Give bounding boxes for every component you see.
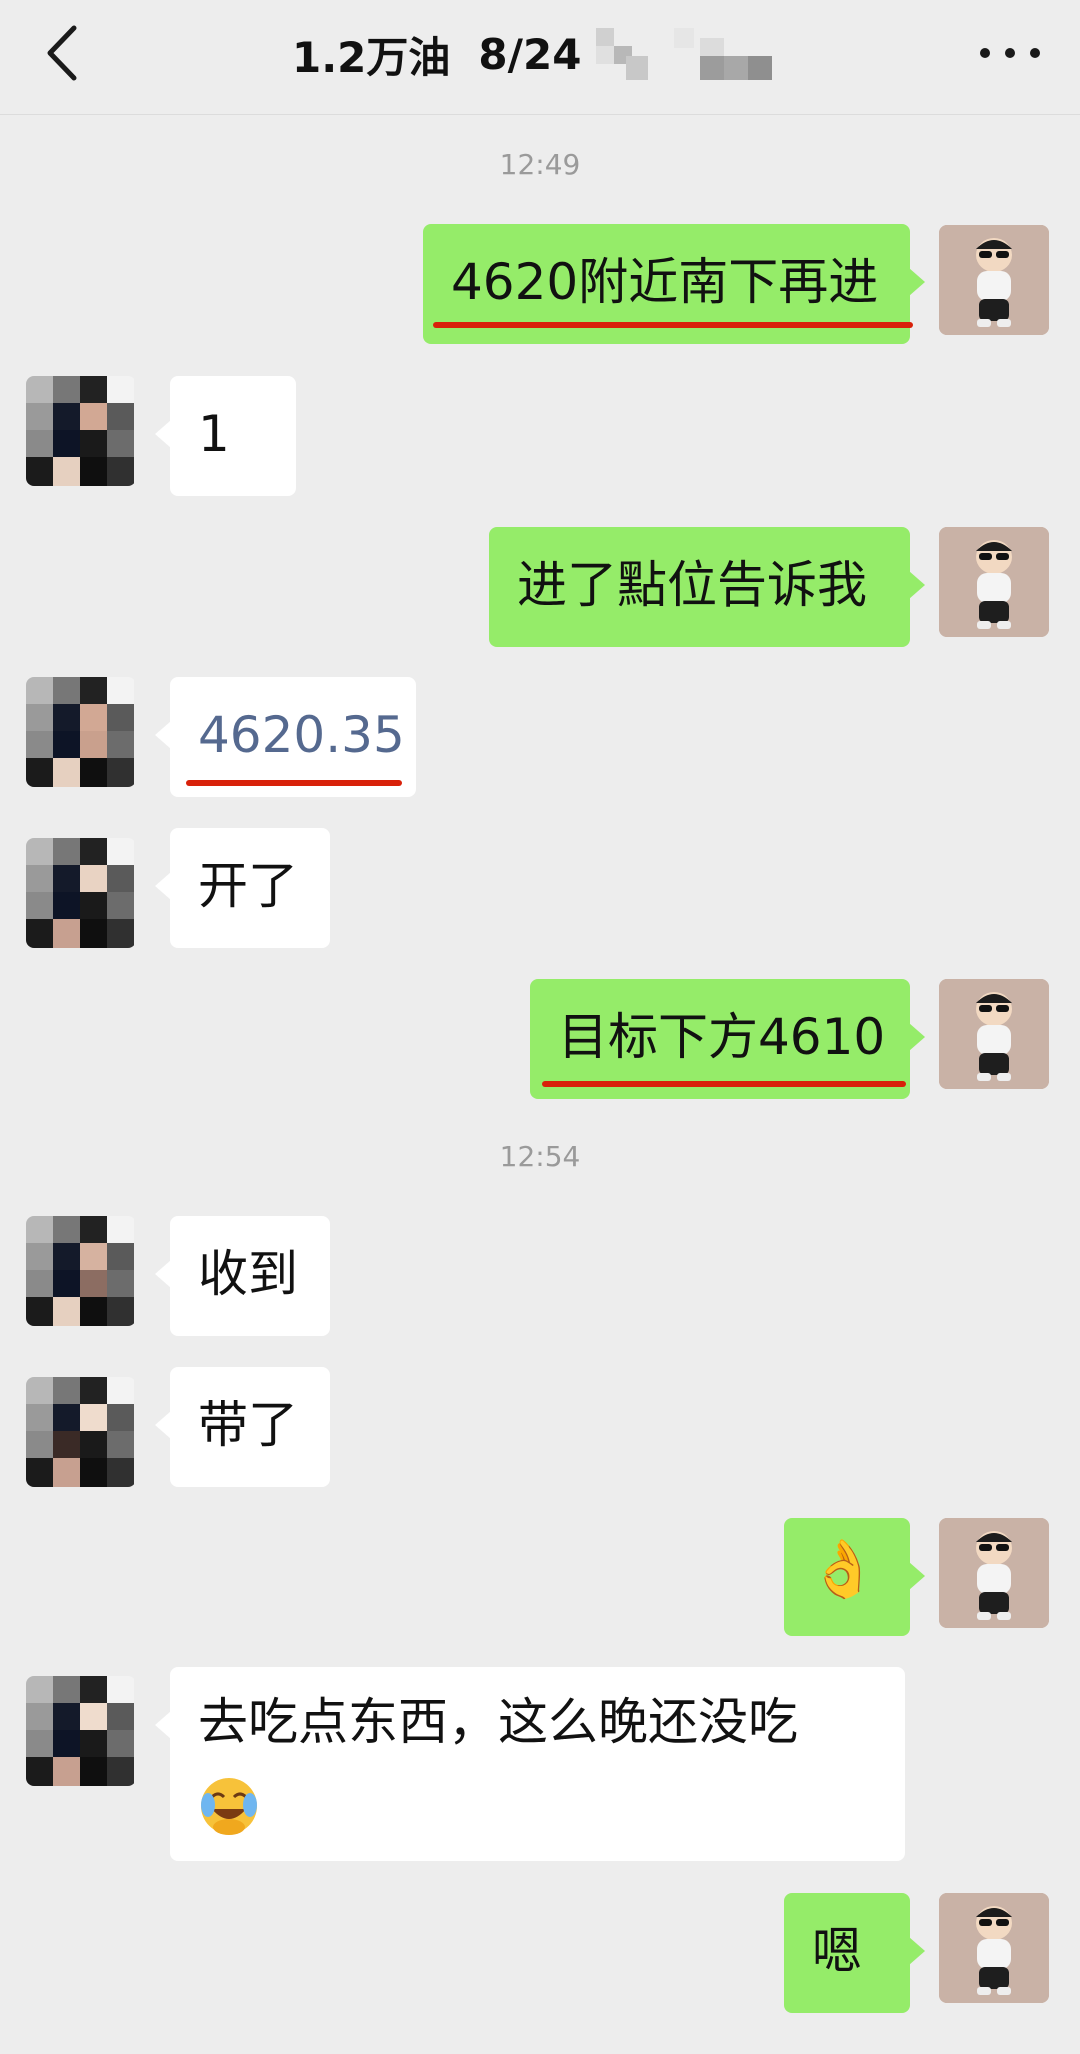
- message-text: 带了: [198, 1396, 298, 1454]
- red-underline: [542, 1081, 906, 1087]
- pixelated-avatar-icon: [26, 376, 136, 486]
- message-text: 开了: [198, 857, 298, 915]
- message-bubble[interactable]: 目标下方4610: [530, 979, 925, 1099]
- pixelated-avatar-icon: [26, 838, 136, 948]
- red-underline: [433, 322, 913, 328]
- message-bubble[interactable]: 4620附近南下再进: [423, 224, 925, 344]
- message-text: 去吃点东西，这么晚还没吃: [198, 1693, 798, 1751]
- pixelated-avatar-icon: [26, 1377, 136, 1487]
- message-text: 进了點位告诉我: [517, 556, 867, 614]
- message-bubble[interactable]: 嗯: [784, 1893, 925, 2013]
- ok-hand-emoji-icon: 👌: [808, 1537, 878, 1602]
- pixelated-avatar-icon: [26, 1676, 136, 1786]
- cartoon-avatar-icon: [939, 979, 1049, 1089]
- timestamp: 12:49: [499, 148, 581, 181]
- more-dots-icon[interactable]: [978, 40, 1042, 64]
- contact-avatar[interactable]: [26, 1216, 136, 1326]
- contact-avatar[interactable]: [26, 1377, 136, 1487]
- message-bubble[interactable]: 1: [155, 376, 296, 496]
- message-text: 1: [198, 405, 230, 463]
- my-avatar[interactable]: [939, 1893, 1049, 2003]
- pixelated-avatar-icon: [26, 677, 136, 787]
- cartoon-avatar-icon: [939, 527, 1049, 637]
- contact-avatar[interactable]: [26, 838, 136, 948]
- message-text: 4620附近南下再进: [451, 253, 879, 311]
- cartoon-avatar-icon: [939, 1518, 1049, 1628]
- my-avatar[interactable]: [939, 527, 1049, 637]
- message-text: 嗯: [812, 1922, 862, 1980]
- blurred-title-mosaic: [596, 28, 772, 80]
- message-bubble[interactable]: 开了: [155, 828, 330, 948]
- contact-avatar[interactable]: [26, 376, 136, 486]
- crying-laughing-emoji-icon: [198, 1775, 260, 1837]
- contact-avatar[interactable]: [26, 677, 136, 787]
- cartoon-avatar-icon: [939, 1893, 1049, 2003]
- my-avatar[interactable]: [939, 225, 1049, 335]
- message-bubble[interactable]: 去吃点东西，这么晚还没吃: [155, 1667, 905, 1861]
- red-underline: [186, 780, 402, 786]
- message-text: 目标下方4610: [558, 1008, 886, 1066]
- message-bubble[interactable]: 👌: [784, 1518, 925, 1636]
- cartoon-avatar-icon: [939, 225, 1049, 335]
- chat-title: 1.2万油 8/24: [292, 24, 581, 84]
- message-text: 4620.35: [198, 706, 405, 764]
- message-bubble[interactable]: 进了點位告诉我: [489, 527, 925, 647]
- chat-name: 1.2万油: [292, 32, 451, 82]
- chat-date: 8/24: [478, 29, 582, 79]
- message-text: 收到: [198, 1245, 298, 1303]
- my-avatar[interactable]: [939, 1518, 1049, 1628]
- chevron-left-icon[interactable]: [40, 22, 86, 84]
- contact-avatar[interactable]: [26, 1676, 136, 1786]
- message-bubble[interactable]: 带了: [155, 1367, 330, 1487]
- timestamp: 12:54: [499, 1140, 581, 1173]
- message-bubble[interactable]: 收到: [155, 1216, 330, 1336]
- message-bubble-link[interactable]: 4620.35: [155, 677, 416, 797]
- my-avatar[interactable]: [939, 979, 1049, 1089]
- pixelated-avatar-icon: [26, 1216, 136, 1326]
- chat-header: 1.2万油 8/24: [0, 0, 1080, 115]
